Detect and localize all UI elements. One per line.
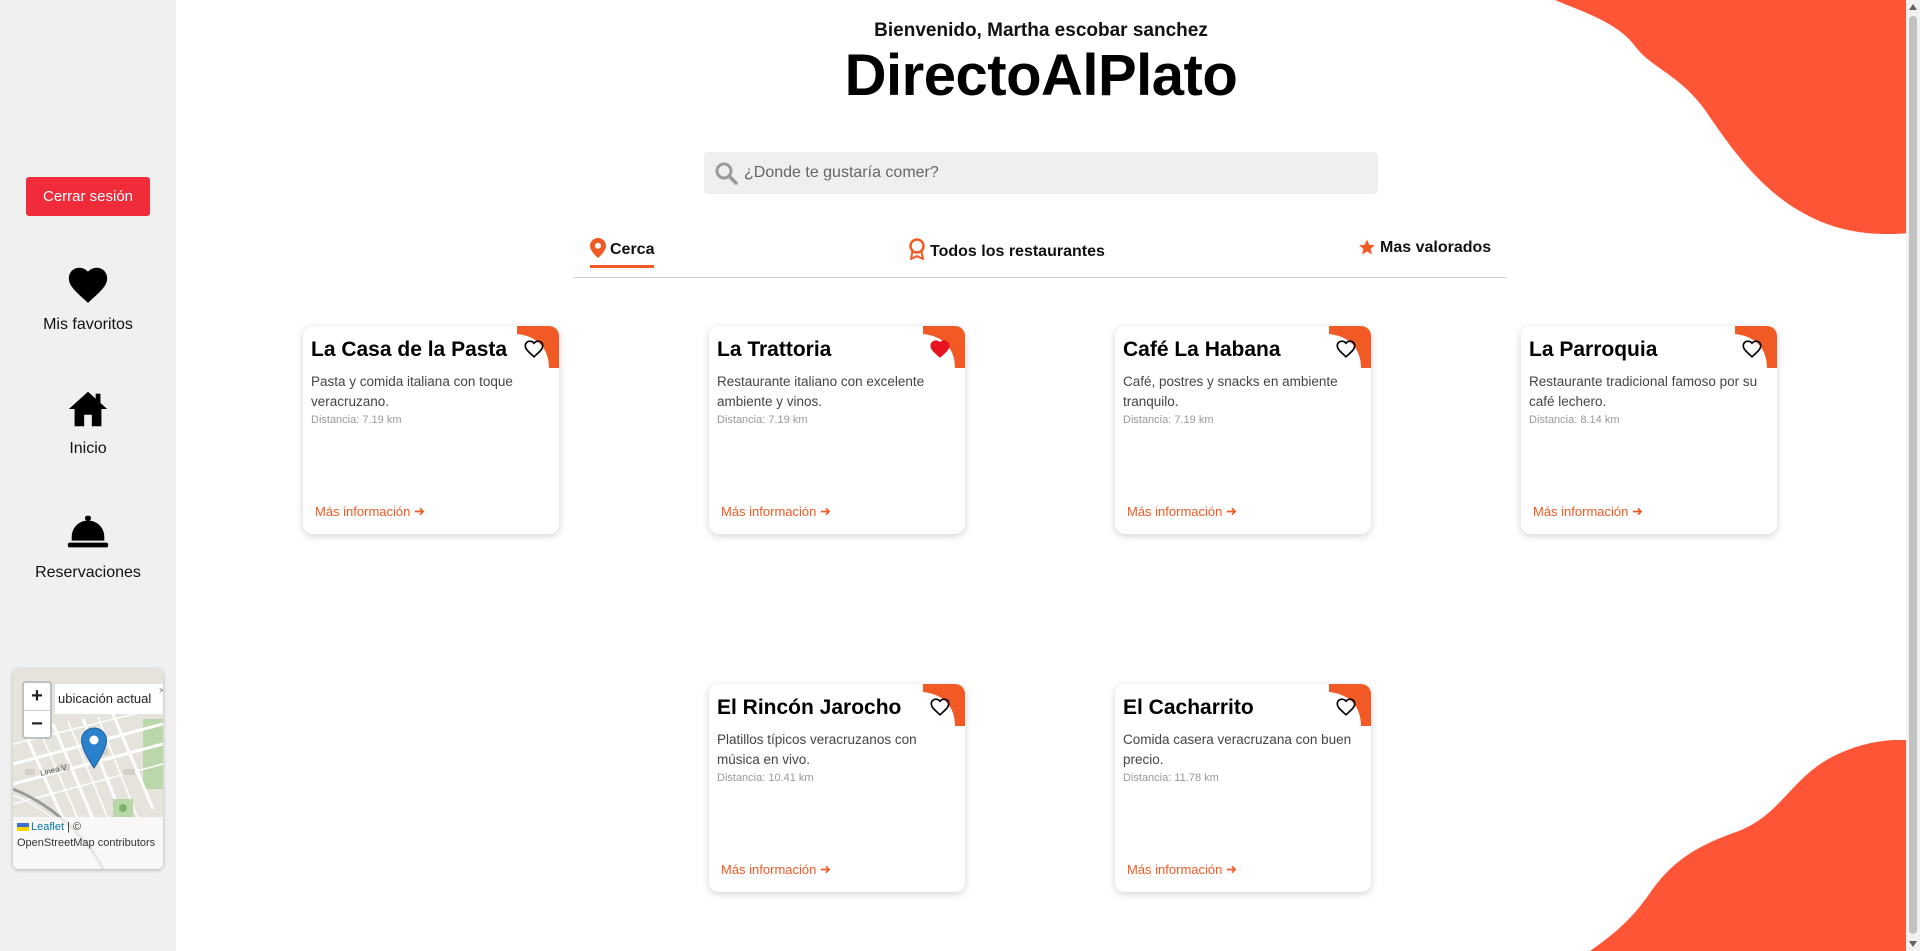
tab-todos-los-restaurantes[interactable]: Todos los restaurantes [908,238,1105,278]
more-info-link[interactable]: Más información [1127,862,1237,877]
map-popup-text: ubicación actual [58,691,152,706]
more-info-label: Más información [1533,504,1629,519]
restaurant-distance: Distancia: 7.19 km [1123,414,1214,426]
restaurant-description: Restaurante tradicional famoso por su ca… [1529,374,1758,409]
map-attribution: Leaflet | © OpenStreetMap contributors [13,817,163,869]
more-info-link[interactable]: Más información [1127,504,1237,519]
page-scrollbar[interactable] [1906,0,1920,951]
restaurant-distance: Distancia: 8.14 km [1529,414,1620,426]
location-marker-icon[interactable] [80,727,108,769]
arrow-right-icon [820,865,831,874]
scrollbar-thumb[interactable] [1909,16,1917,934]
star-icon [1359,239,1375,255]
restaurant-distance: Distancia: 11.78 km [1123,772,1219,784]
restaurant-name: La Casa de la Pasta [311,338,508,361]
restaurant-description: Platillos típicos veracruzanos con músic… [717,732,917,767]
more-info-label: Más información [721,862,817,877]
heart-outline-icon[interactable] [929,696,951,718]
zoom-out-button[interactable]: − [24,710,50,737]
restaurant-card[interactable]: Café La Habana Café, postres y snacks en … [1115,326,1371,534]
leaflet-link[interactable]: Leaflet [31,821,64,833]
restaurant-card[interactable]: La Trattoria Restaurante italiano con exc… [709,326,965,534]
restaurant-description: Comida casera veracruzana con buen preci… [1123,732,1352,767]
more-info-label: Más información [1127,504,1223,519]
restaurant-card[interactable]: La Parroquia Restaurante tradicional famo… [1521,326,1777,534]
sidebar-item-label: Mis favoritos [43,316,133,333]
popup-close-icon[interactable]: × [159,676,163,706]
more-info-link[interactable]: Más información [721,862,831,877]
home-icon [68,391,108,427]
more-info-link[interactable]: Más información [721,504,831,519]
more-info-link[interactable]: Más información [1533,504,1643,519]
map-zoom-control: + − [22,681,52,739]
arrow-right-icon [1632,507,1643,516]
tab-label: Cerca [610,241,655,258]
more-info-link[interactable]: Más información [315,504,425,519]
tab-mas-valorados[interactable]: Mas valorados [1358,238,1491,278]
more-info-label: Más información [1127,862,1223,877]
ukraine-flag-icon [17,823,29,832]
tab-cerca[interactable]: Cerca [590,238,655,268]
restaurant-name: El Cacharrito [1123,696,1254,719]
scroll-down-arrow-icon[interactable] [1909,941,1917,947]
logout-button[interactable]: Cerrar sesión [26,177,150,216]
heart-outline-icon[interactable] [1335,338,1357,360]
location-map[interactable]: Linea V + − ubicación actual × Leaflet |… [13,669,163,869]
arrow-right-icon [414,507,425,516]
more-info-label: Más información [721,504,817,519]
restaurant-card[interactable]: La Casa de la Pasta Pasta y comida italia… [303,326,559,534]
search-bar [704,152,1378,194]
heart-outline-icon[interactable] [523,338,545,360]
map-popup: ubicación actual × [55,684,163,714]
sidebar: Cerrar sesión Mis favoritos Inicio Reser… [0,0,176,951]
scroll-up-arrow-icon[interactable] [1909,4,1917,10]
tab-label: Mas valorados [1380,239,1492,256]
zoom-in-button[interactable]: + [24,683,50,710]
restaurant-distance: Distancia: 10.41 km [717,772,814,784]
sidebar-item-label: Inicio [69,440,107,457]
heart-outline-icon[interactable] [1335,696,1357,718]
restaurant-name: Café La Habana [1123,338,1281,361]
tab-label: Todos los restaurantes [930,243,1105,260]
page-title: DirectoAlPlato [844,43,1238,108]
restaurant-description: Café, postres y snacks en ambiente tranq… [1123,374,1338,409]
heart-filled-icon[interactable] [929,338,951,360]
restaurant-name: La Trattoria [717,338,832,361]
sidebar-item-reservations[interactable]: Reservaciones [0,510,176,582]
heart-icon [68,267,108,303]
search-input[interactable] [744,152,1364,194]
award-badge-icon [909,238,925,260]
restaurant-distance: Distancia: 7.19 km [311,414,402,426]
restaurant-name: El Rincón Jarocho [717,696,902,719]
sidebar-item-home[interactable]: Inicio [0,386,176,458]
heart-outline-icon[interactable] [1741,338,1763,360]
sidebar-item-favorites[interactable]: Mis favoritos [0,262,176,334]
arrow-right-icon [820,507,831,516]
sidebar-item-label: Reservaciones [35,564,141,581]
more-info-label: Más información [315,504,411,519]
service-bell-icon [67,515,109,548]
filter-tabs: Cerca Todos los restaurantes Mas valorad… [574,238,1506,278]
restaurant-description: Restaurante italiano con excelente ambie… [717,374,925,409]
arrow-right-icon [1226,865,1237,874]
restaurant-card[interactable]: El Cacharrito Comida casera veracruzana c… [1115,684,1371,892]
restaurant-description: Pasta y comida italiana con toque veracr… [311,374,513,409]
arrow-right-icon [1226,507,1237,516]
location-pin-icon [590,238,606,258]
restaurant-card[interactable]: El Rincón Jarocho Platillos típicos verac… [709,684,965,892]
decorative-blob-bottom-right [1590,740,1920,951]
restaurant-distance: Distancia: 7.19 km [717,414,808,426]
search-icon [715,162,738,185]
restaurant-name: La Parroquia [1529,338,1658,361]
welcome-message: Bienvenido, Martha escobar sanchez [874,20,1208,41]
